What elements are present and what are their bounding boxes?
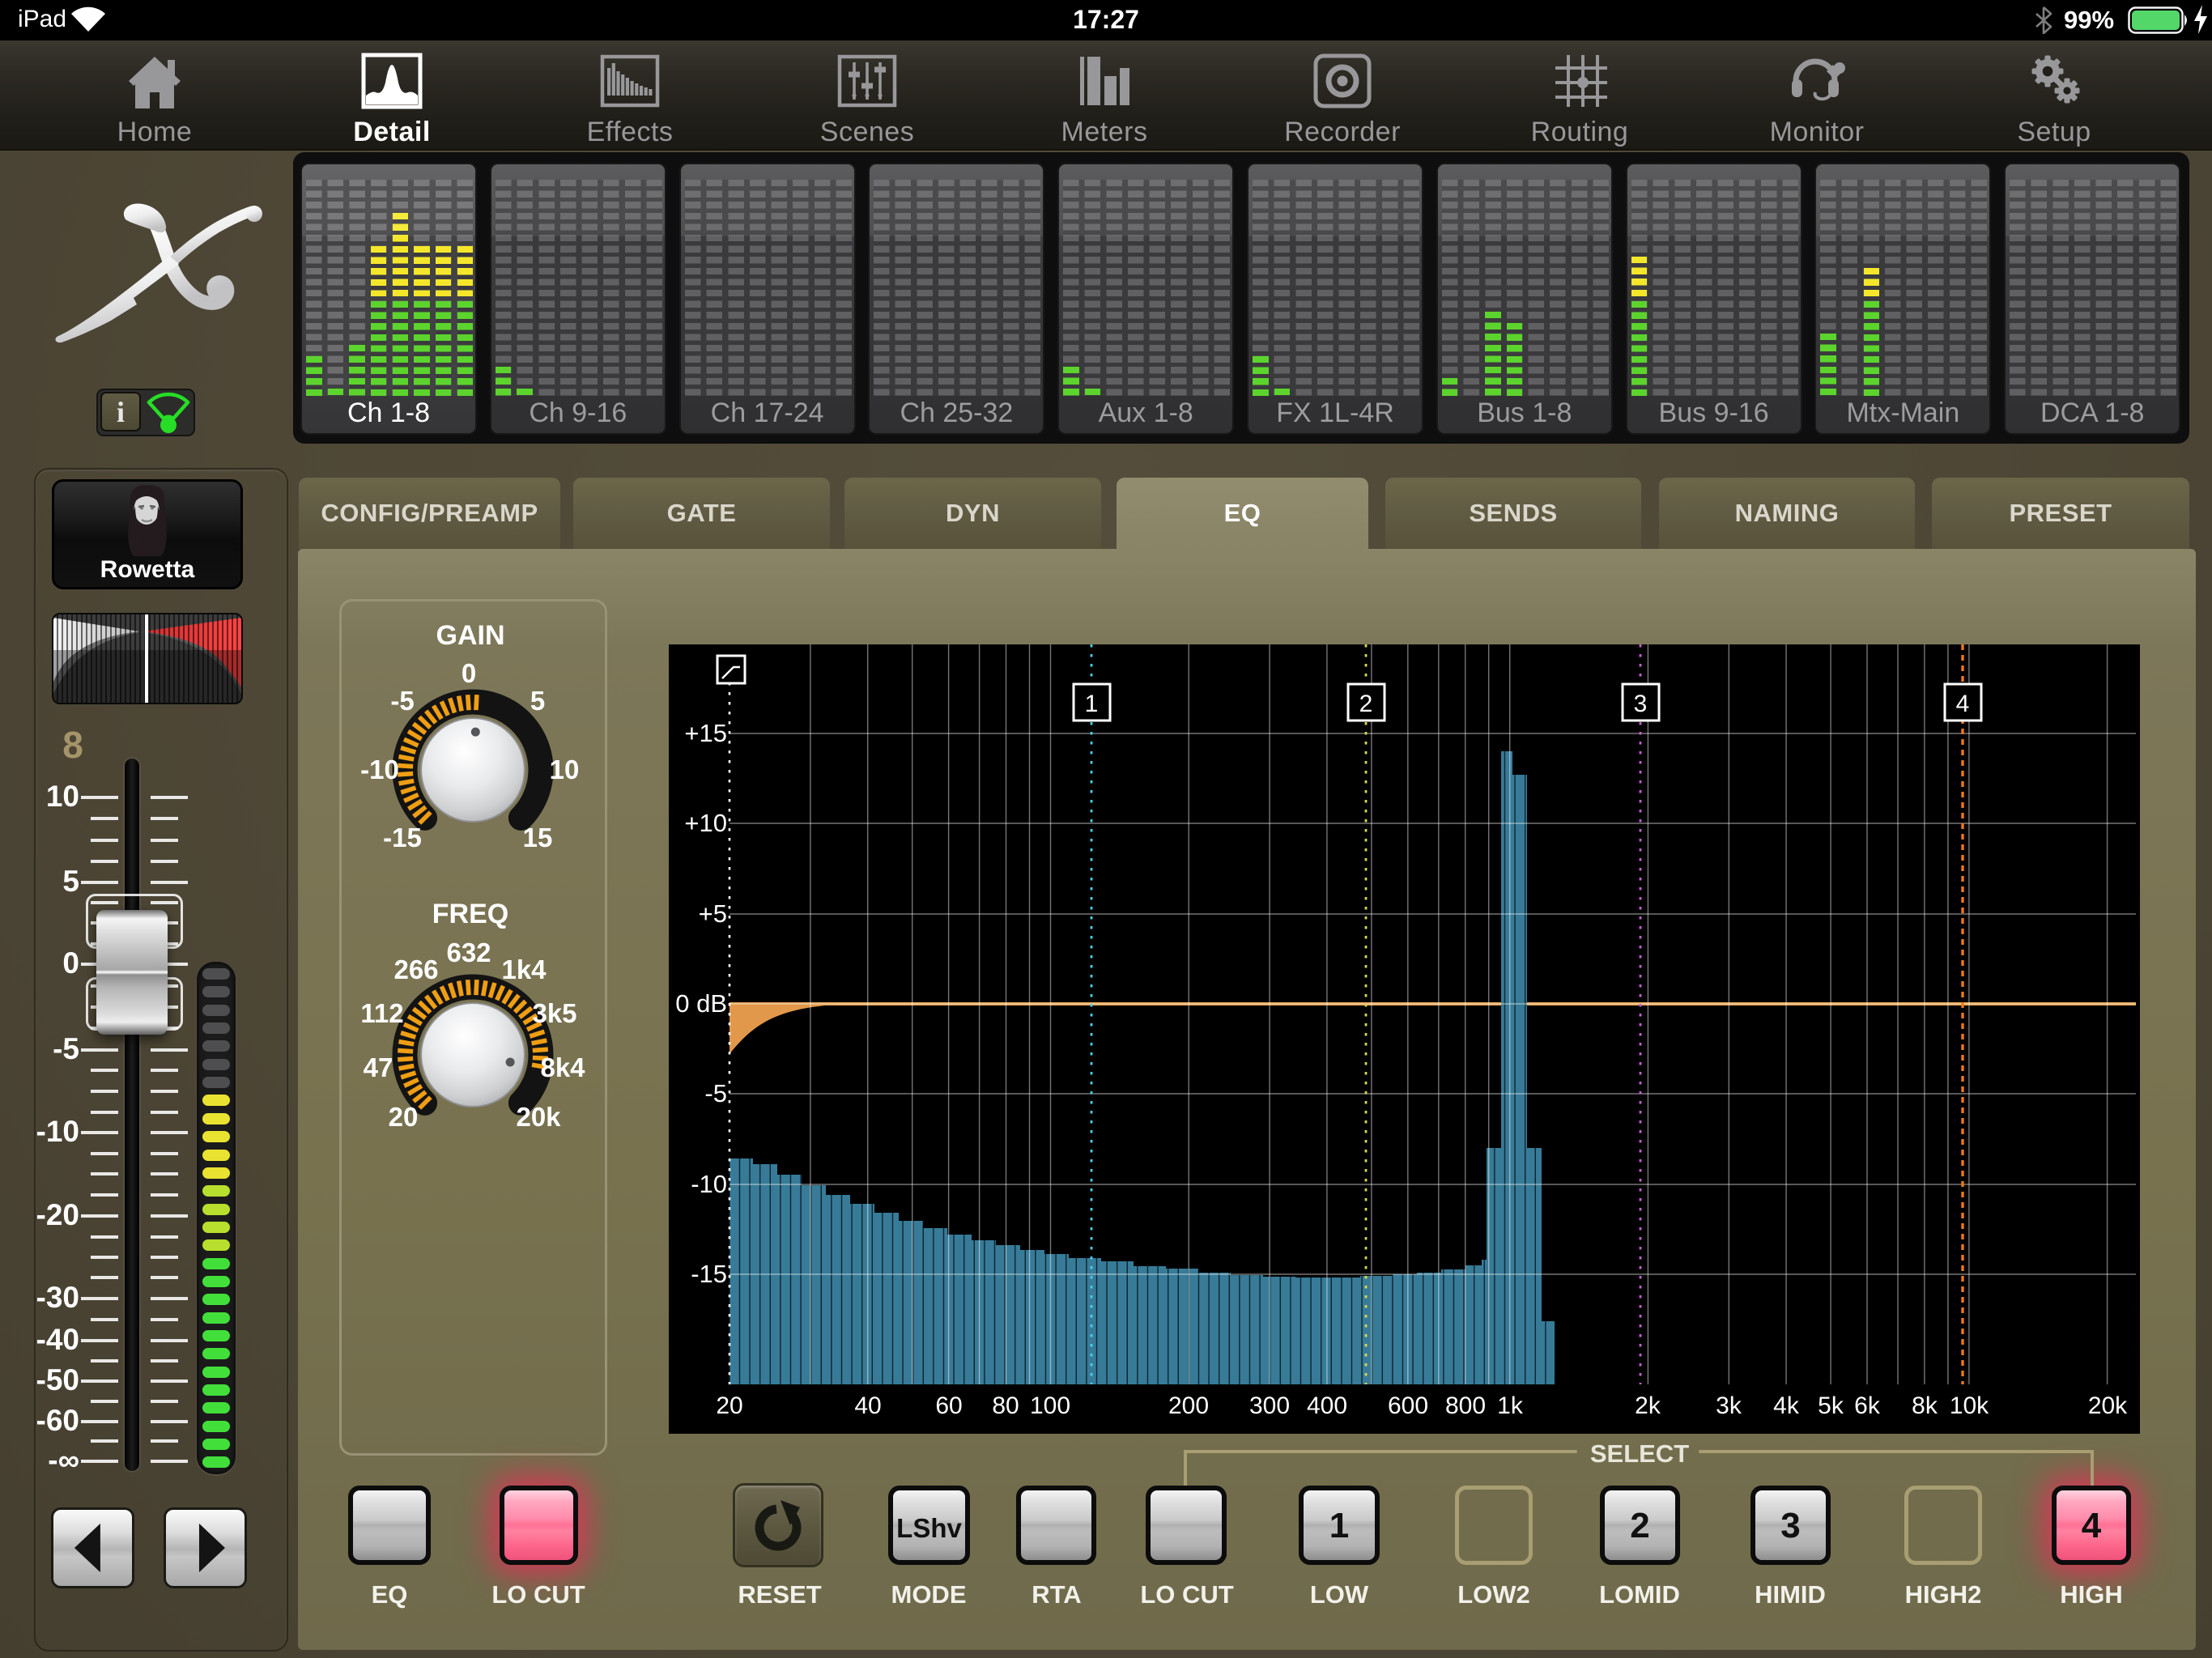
svg-text:800: 800 xyxy=(1445,1392,1486,1419)
svg-text:10: 10 xyxy=(550,755,580,784)
svg-text:20: 20 xyxy=(389,1102,419,1132)
svg-text:15: 15 xyxy=(523,823,553,852)
svg-text:600: 600 xyxy=(1388,1392,1428,1419)
svg-text:20: 20 xyxy=(716,1392,742,1419)
svg-text:3k5: 3k5 xyxy=(532,998,576,1028)
svg-text:200: 200 xyxy=(1168,1392,1209,1419)
svg-text:400: 400 xyxy=(1307,1392,1347,1419)
svg-text:266: 266 xyxy=(393,954,438,984)
svg-text:+15: +15 xyxy=(684,719,727,747)
svg-text:0: 0 xyxy=(462,658,476,688)
svg-text:1k4: 1k4 xyxy=(501,954,547,984)
svg-text:1: 1 xyxy=(1085,691,1099,717)
svg-text:40: 40 xyxy=(854,1392,881,1419)
svg-text:-10: -10 xyxy=(691,1170,727,1198)
svg-text:-10: -10 xyxy=(360,755,399,784)
svg-text:5: 5 xyxy=(530,686,545,716)
svg-text:60: 60 xyxy=(935,1392,962,1419)
svg-text:300: 300 xyxy=(1249,1392,1290,1419)
svg-text:8k: 8k xyxy=(1912,1392,1938,1419)
svg-text:5k: 5k xyxy=(1818,1392,1844,1419)
svg-text:47: 47 xyxy=(364,1052,393,1082)
svg-text:0 dB: 0 dB xyxy=(675,989,727,1018)
svg-text:20k: 20k xyxy=(2088,1392,2128,1419)
svg-text:10k: 10k xyxy=(1950,1392,1989,1419)
svg-text:3k: 3k xyxy=(1716,1392,1742,1419)
svg-text:2: 2 xyxy=(1359,691,1373,717)
svg-text:+5: +5 xyxy=(699,899,727,928)
svg-text:100: 100 xyxy=(1030,1392,1070,1419)
svg-text:-5: -5 xyxy=(390,686,414,716)
svg-text:1k: 1k xyxy=(1497,1392,1524,1419)
svg-text:8k4: 8k4 xyxy=(540,1052,585,1082)
svg-text:6k: 6k xyxy=(1854,1392,1881,1419)
svg-text:3: 3 xyxy=(1634,691,1648,717)
svg-text:-5: -5 xyxy=(704,1079,727,1107)
svg-text:2k: 2k xyxy=(1635,1392,1661,1419)
svg-text:-15: -15 xyxy=(691,1260,727,1288)
svg-text:80: 80 xyxy=(992,1392,1019,1419)
svg-text:20k: 20k xyxy=(516,1102,561,1132)
svg-text:-15: -15 xyxy=(383,823,422,852)
svg-text:4k: 4k xyxy=(1773,1392,1800,1419)
svg-text:+10: +10 xyxy=(684,809,727,837)
svg-text:632: 632 xyxy=(446,937,491,967)
svg-text:112: 112 xyxy=(360,998,403,1028)
svg-text:4: 4 xyxy=(1956,691,1970,717)
